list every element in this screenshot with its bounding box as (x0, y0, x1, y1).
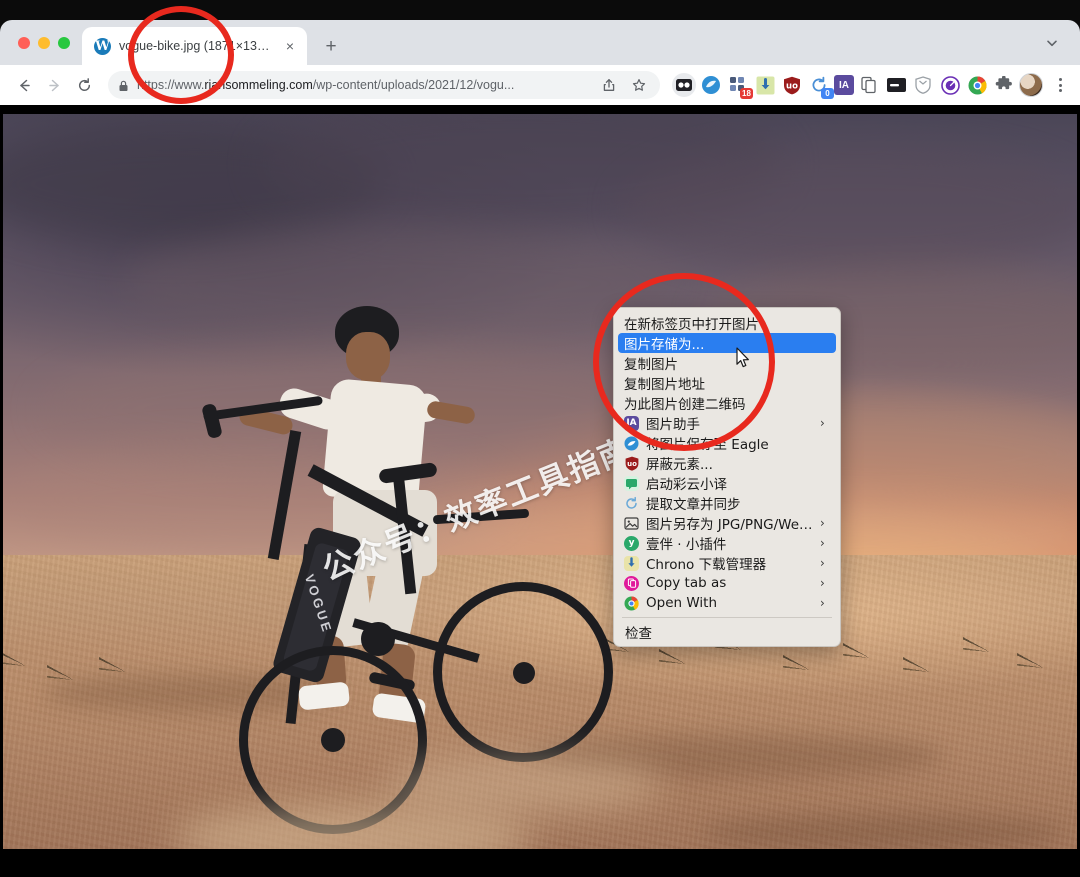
menu-item-open-with[interactable]: Open With › (618, 593, 836, 613)
menu-item-extract-article-sync[interactable]: 提取文章并同步 (618, 493, 836, 513)
menu-item-inspect[interactable]: 检查 (618, 622, 836, 642)
chrome-menu-icon[interactable] (1048, 73, 1072, 97)
chevron-right-icon: › (820, 596, 825, 610)
menu-item-save-to-eagle[interactable]: 将图片保存至 Eagle (618, 433, 836, 453)
chrono-badge: 0 (821, 88, 834, 99)
extension-toolbar: 18 uo 0 IA (668, 73, 1072, 99)
shield-extension-icon[interactable] (911, 73, 935, 97)
menu-item-copy-tab-as[interactable]: Copy tab as › (618, 573, 836, 593)
tab-close-icon[interactable]: × (281, 37, 299, 55)
menu-item-label: Copy tab as (646, 575, 727, 591)
menu-item-label: 屏蔽元素... (646, 457, 713, 473)
chrono-download-icon[interactable]: 0 (807, 73, 834, 99)
copy-tab-as-icon (624, 575, 639, 591)
chevron-right-icon: › (820, 516, 825, 530)
dark-bar-extension-icon[interactable] (884, 73, 908, 97)
address-bar[interactable]: https://www.riansommeling.com/wp-content… (108, 71, 660, 99)
menu-item-label: 为此图片创建二维码 (624, 397, 746, 413)
purple-circle-extension-icon[interactable] (938, 73, 962, 97)
url-scheme: https://www. (137, 78, 205, 92)
download-extension-icon[interactable] (753, 73, 777, 97)
url-path: /wp-content/uploads/2021/12/vogu... (312, 78, 515, 92)
window-controls (12, 20, 82, 65)
ublock-origin-icon[interactable]: uo (780, 73, 804, 97)
grid-extension-badge: 18 (740, 88, 753, 99)
share-icon[interactable] (598, 74, 620, 96)
menu-item-label: Open With (646, 595, 718, 611)
chevron-right-icon: › (820, 556, 825, 570)
menu-item-label: 在新标签页中打开图片 (624, 317, 759, 333)
screenshot-root: VOGUE 公众号：效率工具指南 W vogue-bike.jpg (1871×… (0, 0, 1080, 877)
back-button[interactable] (10, 71, 38, 99)
menu-item-label: 启动彩云小译 (646, 477, 727, 493)
yiban-icon: y (624, 535, 639, 551)
colorful-extension-icon[interactable] (965, 73, 989, 97)
url-text: https://www.riansommeling.com/wp-content… (137, 78, 590, 92)
context-menu: 在新标签页中打开图片 图片存储为... 复制图片 复制图片地址 为此图片创建二维… (613, 307, 841, 647)
photo-image[interactable]: VOGUE 公众号：效率工具指南 (3, 114, 1077, 849)
profile-avatar[interactable] (1019, 73, 1043, 97)
tab-strip: W vogue-bike.jpg (1871×1305) × + (0, 20, 1080, 65)
menu-item-chrono-download-manager[interactable]: Chrono 下载管理器 › (618, 553, 836, 573)
open-with-icon (624, 595, 639, 611)
menu-item-label: 检查 (625, 626, 652, 642)
reload-button[interactable] (70, 71, 98, 99)
wordpress-favicon: W (94, 37, 111, 55)
svg-text:uo: uo (627, 460, 637, 468)
menu-item-label: 复制图片 (624, 357, 678, 373)
star-icon[interactable] (628, 74, 650, 96)
tab-title: vogue-bike.jpg (1871×1305) (119, 39, 273, 53)
minimize-window-button[interactable] (38, 36, 50, 49)
menu-item-label: 壹伴 · 小插件 (646, 537, 727, 553)
chrono-icon (624, 555, 639, 571)
dark-reader-icon[interactable] (672, 73, 696, 97)
forward-button[interactable] (40, 71, 68, 99)
menu-item-label: 提取文章并同步 (646, 497, 741, 513)
menu-item-create-qr-code[interactable]: 为此图片创建二维码 (618, 393, 836, 413)
image-convert-icon (624, 516, 639, 531)
menu-item-block-element[interactable]: uo 屏蔽元素... (618, 453, 836, 473)
menu-item-copy-image[interactable]: 复制图片 (618, 353, 836, 373)
grid-extension-icon[interactable]: 18 (726, 73, 753, 99)
menu-item-save-image-as[interactable]: 图片存储为... (618, 333, 836, 353)
caiyun-translate-icon (624, 475, 639, 491)
svg-text:uo: uo (786, 81, 798, 91)
chevron-right-icon: › (820, 536, 825, 550)
image-assistant-icon[interactable]: IA (834, 75, 854, 95)
lock-icon (118, 79, 129, 91)
chevron-right-icon: › (820, 576, 825, 590)
menu-item-label: Chrono 下载管理器 (646, 557, 767, 573)
menu-item-image-assistant[interactable]: IA 图片助手 › (618, 413, 836, 433)
menu-item-label: 图片另存为 JPG/PNG/WebP (646, 517, 813, 533)
menu-item-caiyun-translate[interactable]: 启动彩云小译 (618, 473, 836, 493)
menu-separator (622, 617, 832, 618)
chevron-down-icon[interactable] (1038, 29, 1066, 57)
copy-tab-icon[interactable] (857, 73, 881, 97)
menu-item-save-image-as-format[interactable]: 图片另存为 JPG/PNG/WebP › (618, 513, 836, 533)
menu-item-yiban-plugin[interactable]: y 壹伴 · 小插件 › (618, 533, 836, 553)
chevron-right-icon: › (820, 416, 825, 430)
extensions-puzzle-icon[interactable] (992, 73, 1016, 97)
eagle-icon (624, 436, 639, 451)
browser-tab[interactable]: W vogue-bike.jpg (1871×1305) × (82, 27, 307, 65)
menu-item-label: 复制图片地址 (624, 377, 705, 393)
url-host: riansommeling.com (204, 78, 313, 92)
menu-item-label: 将图片保存至 Eagle (646, 437, 769, 453)
browser-toolbar: https://www.riansommeling.com/wp-content… (0, 65, 1080, 105)
menu-item-open-image-new-tab[interactable]: 在新标签页中打开图片 (618, 313, 836, 333)
menu-item-copy-image-address[interactable]: 复制图片地址 (618, 373, 836, 393)
menu-item-label: 图片存储为... (624, 337, 705, 353)
browser-window: W vogue-bike.jpg (1871×1305) × + https:/… (0, 20, 1080, 105)
close-window-button[interactable] (18, 36, 30, 49)
menu-item-label: 图片助手 (646, 417, 700, 433)
maximize-window-button[interactable] (58, 36, 70, 49)
ublock-origin-icon: uo (624, 456, 639, 471)
article-sync-icon (624, 496, 639, 511)
eagle-extension-icon[interactable] (699, 73, 723, 97)
new-tab-button[interactable]: + (317, 32, 345, 60)
image-assistant-icon: IA (624, 415, 639, 431)
image-viewer-page: VOGUE 公众号：效率工具指南 (0, 105, 1080, 877)
